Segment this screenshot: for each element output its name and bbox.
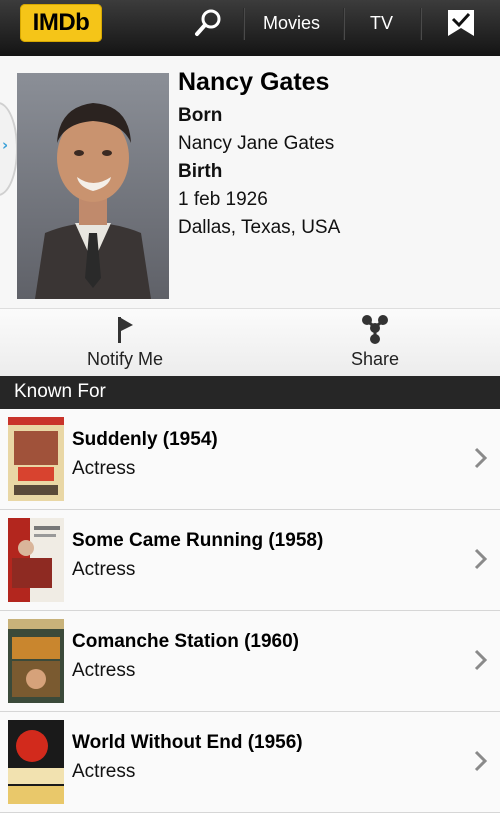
chevron-right-icon: › — [2, 136, 9, 154]
notify-me-button[interactable]: Notify Me — [0, 309, 250, 377]
chevron-right-icon — [474, 447, 488, 469]
movie-poster — [8, 518, 64, 602]
search-icon — [195, 9, 221, 36]
known-for-header: Known For — [0, 376, 500, 409]
movie-poster — [8, 619, 64, 703]
share-label: Share — [350, 349, 400, 369]
movie-title: World Without End (1956) — [72, 732, 303, 753]
divider — [420, 8, 422, 40]
movie-poster — [8, 417, 64, 501]
flag-icon — [118, 317, 133, 343]
chevron-right-icon — [474, 649, 488, 671]
birth-label: Birth — [178, 161, 223, 182]
birth-date: 1 feb 1926 — [178, 189, 268, 210]
birth-place: Dallas, Texas, USA — [178, 217, 341, 238]
watchlist-button[interactable] — [441, 0, 481, 46]
profile-photo — [17, 73, 169, 299]
top-bar: IMDb Movies TV — [0, 0, 500, 56]
profile-section: › Nancy Gates Born Nancy Jane Gates Birt… — [0, 56, 500, 308]
action-bar: Notify Me Share — [0, 308, 500, 377]
movie-role: Actress — [72, 458, 136, 479]
movie-title: Some Came Running (1958) — [72, 530, 324, 551]
movie-title: Suddenly (1954) — [72, 429, 218, 450]
movie-poster — [8, 720, 64, 804]
logo-text: IMDb — [32, 9, 90, 36]
nav-tv[interactable]: TV — [370, 0, 393, 46]
movie-role: Actress — [72, 559, 136, 580]
known-for-heading: Known For — [14, 381, 106, 402]
born-name: Nancy Jane Gates — [178, 133, 335, 154]
movie-role: Actress — [72, 761, 136, 782]
nav-movies[interactable]: Movies — [263, 0, 320, 46]
divider — [243, 8, 245, 40]
share-button[interactable]: Share — [250, 309, 500, 377]
movie-role: Actress — [72, 660, 136, 681]
share-icon — [362, 315, 388, 344]
born-label: Born — [178, 105, 223, 126]
known-for-list: Suddenly (1954) Actress Some Came Runnin… — [0, 409, 500, 813]
notify-me-label: Notify Me — [86, 349, 164, 369]
movie-title: Comanche Station (1960) — [72, 631, 299, 652]
search-button[interactable] — [186, 0, 230, 46]
list-item[interactable]: Suddenly (1954) Actress — [0, 409, 500, 510]
chevron-right-icon — [474, 548, 488, 570]
list-item[interactable]: Comanche Station (1960) Actress — [0, 611, 500, 712]
divider — [343, 8, 345, 40]
imdb-logo[interactable]: IMDb — [20, 4, 102, 42]
list-item[interactable]: World Without End (1956) Actress — [0, 712, 500, 813]
checklist-icon — [448, 10, 474, 36]
list-item[interactable]: Some Came Running (1958) Actress — [0, 510, 500, 611]
person-name: Nancy Gates — [178, 68, 330, 96]
chevron-right-icon — [474, 750, 488, 772]
